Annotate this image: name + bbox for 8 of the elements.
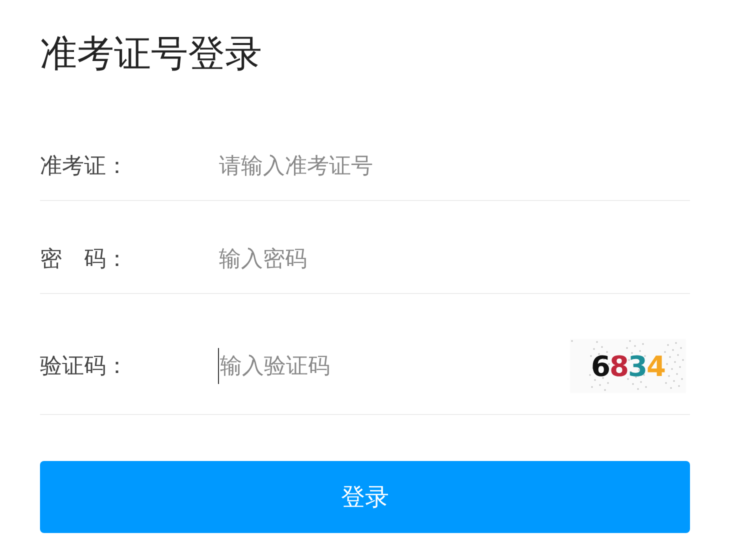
- field-label: 验证码：: [40, 353, 129, 381]
- input-field[interactable]: 输入验证码: [218, 348, 570, 384]
- input-field[interactable]: 请输入准考证号: [218, 148, 690, 184]
- field-label: 密 码：: [40, 246, 129, 274]
- input-field[interactable]: 输入密码: [218, 241, 690, 277]
- captcha-image[interactable]: 6834: [570, 339, 686, 393]
- page-title: 准考证号登录: [40, 31, 263, 77]
- field-label: 准考证：: [40, 153, 129, 181]
